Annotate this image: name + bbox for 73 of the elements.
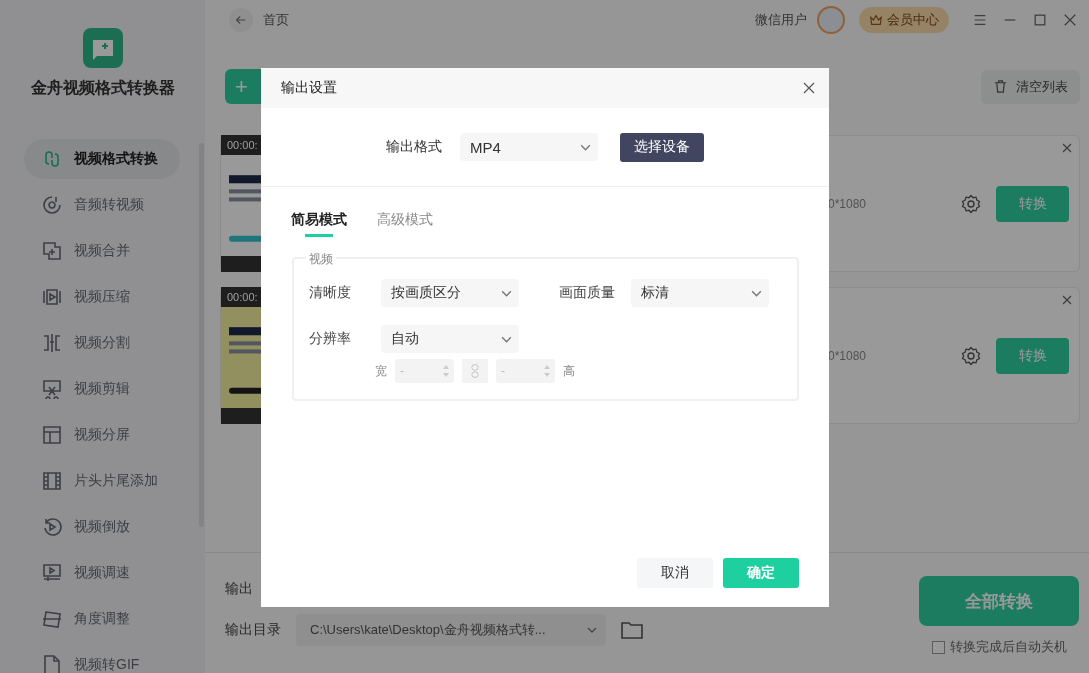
clarity-label: 清晰度 xyxy=(309,284,352,302)
clear-list-button[interactable]: 清空列表 xyxy=(981,69,1080,104)
mode-tab[interactable]: 高级模式 xyxy=(377,211,433,237)
close-icon[interactable] xyxy=(803,82,815,94)
sidebar-item[interactable]: 音频转视频 xyxy=(24,185,180,225)
file-icon xyxy=(42,655,62,673)
width-label: 宽 xyxy=(375,362,387,380)
duration-label: 00:00: xyxy=(226,290,259,305)
resolution-text: 0*1080 xyxy=(828,196,868,211)
sidebar-item[interactable]: 视频分割 xyxy=(24,323,180,363)
maximize-icon[interactable] xyxy=(1033,13,1047,27)
checkbox[interactable] xyxy=(931,640,945,654)
avatar[interactable] xyxy=(817,6,845,34)
sidebar-item[interactable]: 角度调整 xyxy=(24,599,180,639)
auto-shutdown-label: 转换完成后自动关机 xyxy=(949,638,1067,656)
folder-icon[interactable] xyxy=(621,621,643,639)
quality-dropdown[interactable]: 标清 xyxy=(631,279,769,307)
monitor-play-icon xyxy=(42,563,62,583)
user-name: 微信用户 xyxy=(755,11,807,29)
clarity-dropdown[interactable]: 按画质区分 xyxy=(381,279,519,307)
settings-icon[interactable] xyxy=(961,345,981,366)
sidebar-item[interactable]: 视频倒放 xyxy=(24,507,180,547)
film-icon xyxy=(42,471,62,491)
menu-icon[interactable] xyxy=(973,13,987,27)
output-info-label: 输出 xyxy=(225,580,254,598)
convert-all-button[interactable]: 全部转换 xyxy=(919,576,1079,626)
convert-button[interactable]: 转换 xyxy=(996,337,1069,374)
crown-icon xyxy=(869,13,883,27)
app-name: 金舟视频格式转换器 xyxy=(30,78,175,98)
close-icon[interactable] xyxy=(1063,13,1077,27)
output-folder-dropdown[interactable]: C:\Users\kate\Desktop\金舟视频格式转... xyxy=(296,614,606,646)
dialog-title: 输出设置 xyxy=(281,79,337,97)
output-folder-label: 输出目录 xyxy=(225,621,281,639)
cancel-button[interactable]: 取消 xyxy=(637,558,713,588)
sidebar-item[interactable]: 视频转GIF xyxy=(24,645,180,673)
page-title: 首页 xyxy=(263,11,289,29)
resolution-dropdown[interactable]: 自动 xyxy=(381,325,519,353)
format-dropdown[interactable]: MP4 xyxy=(460,133,598,161)
sidebar-item[interactable]: 视频分屏 xyxy=(24,415,180,455)
height-label: 高 xyxy=(563,362,575,380)
spinner-arrows-icon xyxy=(543,364,551,378)
select-device-button[interactable]: 选择设备 xyxy=(620,132,704,162)
sidebar-item[interactable]: 视频格式转换 xyxy=(24,139,180,179)
trash-icon xyxy=(993,79,1008,94)
back-arrow-icon xyxy=(234,13,248,27)
mode-tab[interactable]: 简易模式 xyxy=(291,211,347,237)
settings-icon[interactable] xyxy=(961,193,981,214)
duration-label: 00:00: xyxy=(226,138,259,153)
replay-icon xyxy=(42,517,62,537)
confirm-button[interactable]: 确定 xyxy=(723,558,799,588)
sidebar-item[interactable]: 视频剪辑 xyxy=(24,369,180,409)
group-legend: 视频 xyxy=(306,251,336,268)
loop-icon xyxy=(42,149,62,169)
sidebar-item[interactable]: 视频压缩 xyxy=(24,277,180,317)
sidebar-item[interactable]: 视频合并 xyxy=(24,231,180,271)
scissors-icon xyxy=(42,379,62,399)
rotate-frame-icon xyxy=(42,609,62,629)
spinner-arrows-icon xyxy=(442,364,450,378)
split-icon xyxy=(42,333,62,353)
resolution-text: 0*1080 xyxy=(828,348,868,363)
convert-button[interactable]: 转换 xyxy=(996,185,1069,222)
sidebar-item[interactable]: 视频调速 xyxy=(24,553,180,593)
play-frame-icon xyxy=(42,287,62,307)
remove-icon[interactable] xyxy=(1062,143,1072,153)
resolution-label: 分辨率 xyxy=(309,330,352,348)
format-label: 输出格式 xyxy=(386,138,442,156)
quality-label: 画面质量 xyxy=(559,284,616,302)
sidebar-item[interactable]: 片头片尾添加 xyxy=(24,461,180,501)
layout-icon xyxy=(42,425,62,445)
vip-center-button[interactable]: 会员中心 xyxy=(859,7,949,33)
remove-icon[interactable] xyxy=(1062,295,1072,305)
logo-icon xyxy=(82,28,123,68)
back-button[interactable] xyxy=(229,8,253,32)
